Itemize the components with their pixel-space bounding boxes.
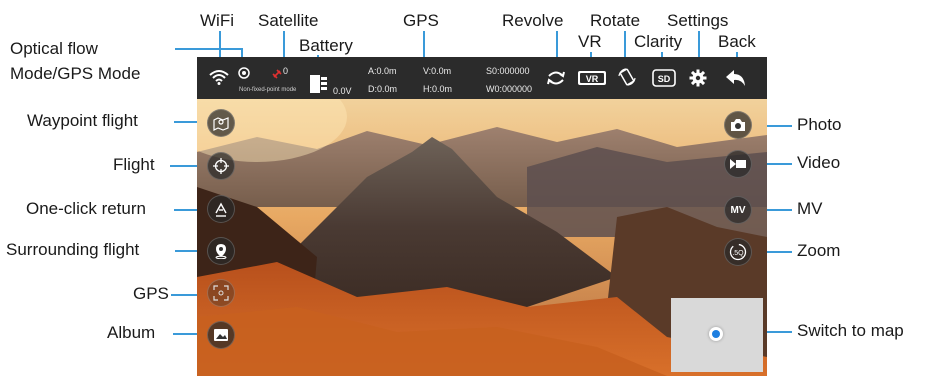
- revolve-icon[interactable]: [546, 69, 566, 92]
- battery-voltage: 0.0V: [333, 86, 352, 96]
- waypoint-flight-button[interactable]: [207, 109, 235, 137]
- callout-video: Video: [797, 153, 841, 172]
- waypoint-map-icon: [213, 115, 229, 131]
- top-status-bar: 0 Non-fixed-point mode 0.0V A:0.0m D:0.0…: [197, 57, 767, 99]
- callout-battery: Battery: [299, 36, 353, 55]
- w-code-readout: W0:000000: [486, 84, 533, 94]
- satellite-count: 0: [283, 66, 289, 76]
- mode-text: Non-fixed-point mode: [239, 87, 297, 93]
- leader-optical-flow-h: [175, 48, 242, 50]
- callout-wifi: WiFi: [200, 11, 234, 30]
- callout-back: Back: [718, 32, 756, 51]
- location-marker-icon: [709, 327, 723, 341]
- vertical-speed-readout: V:0.0m: [423, 66, 452, 76]
- gear-icon[interactable]: [689, 69, 707, 92]
- camera-view: 0 Non-fixed-point mode 0.0V A:0.0m D:0.0…: [197, 57, 767, 376]
- callout-surrounding: Surrounding flight: [6, 240, 140, 259]
- callout-zoom: Zoom: [797, 241, 841, 260]
- s-code-readout: S0:000000: [486, 66, 530, 76]
- altitude-readout: A:0.0m: [368, 66, 397, 76]
- clarity-button[interactable]: SD: [652, 69, 676, 92]
- callout-mv: MV: [797, 199, 823, 218]
- callout-satellite: Satellite: [258, 11, 319, 30]
- clarity-label: SD: [658, 74, 671, 84]
- leader-wifi: [219, 31, 221, 59]
- leader-satellite: [283, 31, 285, 59]
- callout-flight: Flight: [113, 155, 155, 174]
- callout-clarity: Clarity: [634, 32, 683, 51]
- one-click-return-button[interactable]: [207, 195, 235, 223]
- vr-button[interactable]: VR: [577, 70, 607, 91]
- leader-gps: [423, 31, 425, 59]
- video-camera-icon: [729, 158, 747, 170]
- horizontal-speed-readout: H:0.0m: [423, 84, 453, 94]
- zoom-label: .5Q: [732, 250, 744, 257]
- surrounding-flight-button[interactable]: [207, 237, 235, 265]
- callout-optical-flow-2: Mode/GPS Mode: [10, 64, 141, 83]
- callout-gps-left: GPS: [133, 284, 169, 303]
- distance-readout: D:0.0m: [368, 84, 398, 94]
- return-home-icon: [213, 201, 229, 217]
- image-icon: [213, 327, 229, 343]
- target-mode-icon[interactable]: [238, 66, 250, 84]
- flight-button[interactable]: [207, 152, 235, 180]
- callout-optical-flow-1: Optical flow: [10, 39, 98, 58]
- zoom-icon: .5Q: [729, 243, 747, 261]
- wifi-icon: [209, 69, 229, 90]
- battery-icon: [309, 71, 329, 100]
- callout-one-click-return: One-click return: [26, 199, 146, 218]
- back-arrow-icon[interactable]: [725, 69, 747, 92]
- callout-vr: VR: [578, 32, 602, 51]
- callout-rotate: Rotate: [590, 11, 641, 30]
- callout-waypoint: Waypoint flight: [27, 111, 138, 130]
- camera-icon: [730, 118, 746, 132]
- callout-photo: Photo: [797, 115, 842, 134]
- callout-album: Album: [107, 323, 156, 342]
- rotate-icon[interactable]: [617, 67, 637, 92]
- gps-frame-icon: [213, 285, 229, 301]
- callout-settings: Settings: [667, 11, 729, 30]
- mv-label: MV: [730, 204, 746, 216]
- mv-button[interactable]: MV: [724, 196, 752, 224]
- zoom-button[interactable]: .5Q: [724, 238, 752, 266]
- switch-to-map-panel[interactable]: [671, 298, 763, 372]
- album-button[interactable]: [207, 321, 235, 349]
- location-pin-icon: [213, 243, 229, 259]
- gps-button[interactable]: [207, 279, 235, 307]
- satellite-icon: [272, 66, 282, 84]
- callout-gps-top: GPS: [403, 11, 439, 30]
- callout-revolve: Revolve: [502, 11, 564, 30]
- video-button[interactable]: [724, 150, 752, 178]
- photo-button[interactable]: [724, 111, 752, 139]
- crosshair-icon: [213, 158, 229, 174]
- vr-label: VR: [586, 74, 599, 84]
- callout-switch-map: Switch to map: [797, 321, 904, 340]
